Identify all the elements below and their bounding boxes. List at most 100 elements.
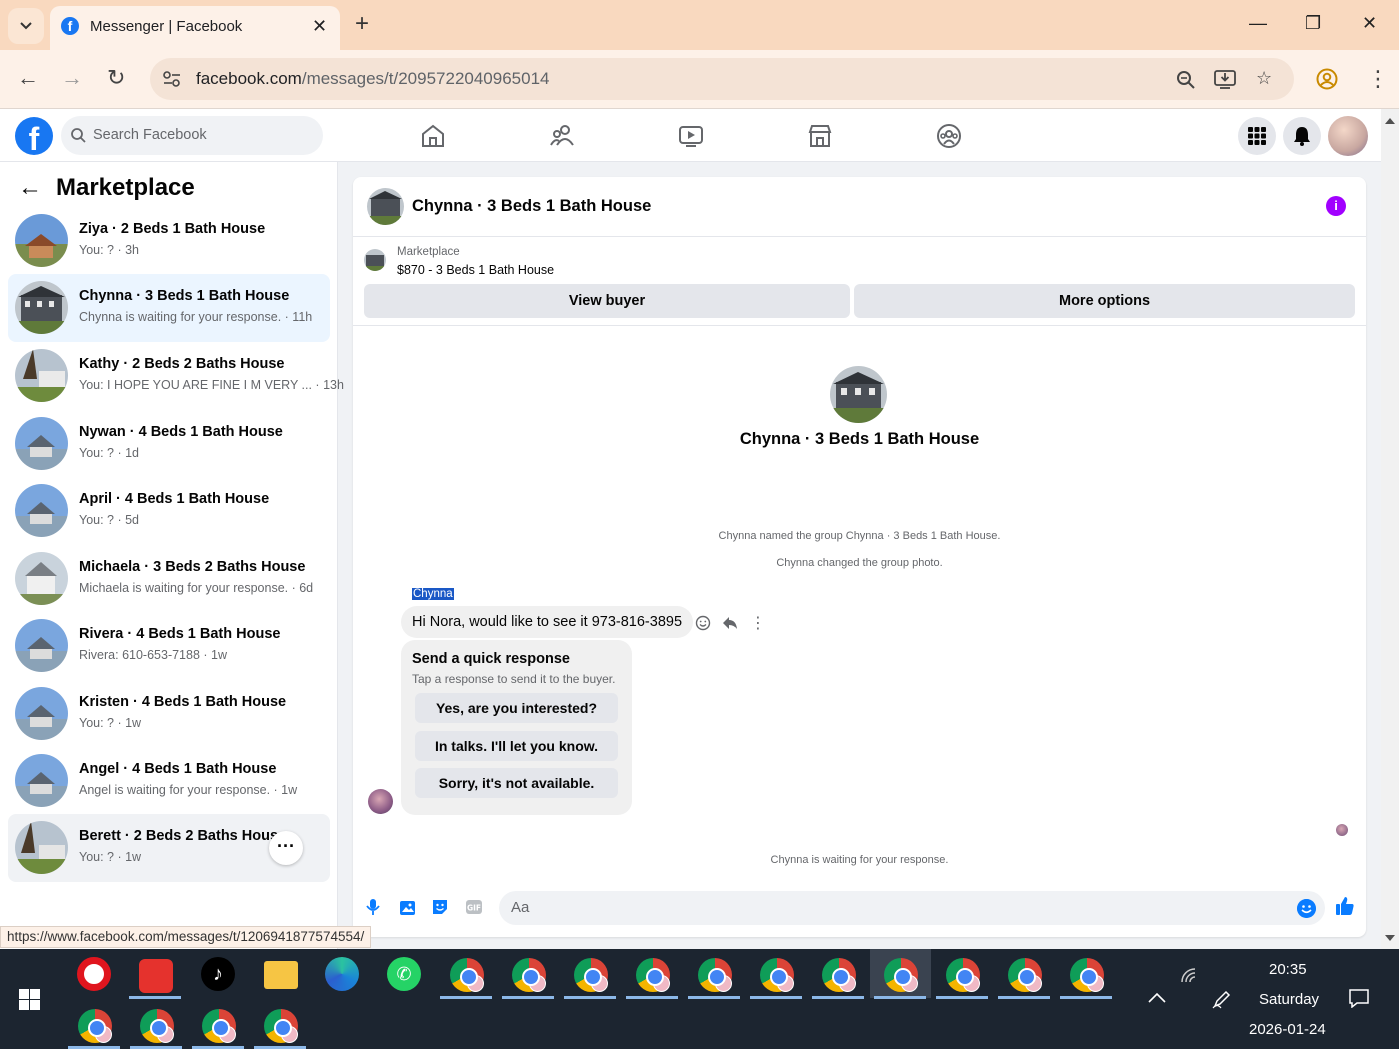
chat-title[interactable]: Chynna · 3 Beds 1 Bath House: [412, 197, 651, 216]
react-icon[interactable]: [695, 615, 711, 631]
more-options-button[interactable]: More options: [854, 284, 1355, 318]
conversation-item[interactable]: Rivera · 4 Beds 1 Bath House Rivera: 610…: [8, 612, 330, 680]
chrome-profile-icon[interactable]: [512, 958, 546, 992]
chrome-profile-icon[interactable]: [1070, 958, 1104, 992]
address-bar[interactable]: facebook.com/messages/t/2095722040965014…: [150, 58, 1294, 100]
notifications-button[interactable]: [1283, 117, 1321, 155]
chrome-profile-icon[interactable]: [884, 958, 918, 992]
chrome-profile-icon[interactable]: [698, 958, 732, 992]
account-avatar[interactable]: [1328, 116, 1368, 156]
quick-response-button[interactable]: In talks. I'll let you know.: [415, 731, 618, 761]
listing-price[interactable]: $870 - 3 Beds 1 Bath House: [397, 263, 554, 277]
info-icon[interactable]: i: [1326, 196, 1346, 216]
message-bubble[interactable]: Hi Nora, would like to see it 973-816-38…: [401, 606, 694, 638]
home-icon[interactable]: [419, 123, 447, 149]
opera-icon[interactable]: [77, 957, 111, 991]
chevron-up-icon[interactable]: [1148, 992, 1166, 1003]
menu-grid-button[interactable]: [1238, 117, 1276, 155]
back-button[interactable]: ←: [17, 65, 39, 91]
video-icon[interactable]: [677, 123, 705, 149]
chrome-profile-icon[interactable]: [1008, 958, 1042, 992]
minimize-window-button[interactable]: —: [1249, 13, 1267, 34]
close-tab-icon[interactable]: ✕: [312, 16, 327, 37]
marketplace-icon[interactable]: [806, 123, 834, 149]
bookmark-star-icon[interactable]: ☆: [1256, 68, 1272, 89]
facebook-logo-icon[interactable]: f: [15, 117, 53, 155]
scroll-down-arrow-icon[interactable]: [1385, 935, 1395, 942]
profile-icon[interactable]: [1316, 68, 1338, 90]
seen-indicator-avatar: [1336, 824, 1348, 836]
browser-tab-messenger[interactable]: f Messenger | Facebook ✕: [50, 6, 340, 50]
chrome-profile-icon[interactable]: [822, 958, 856, 992]
tab-search-button[interactable]: [8, 8, 44, 44]
edge-icon[interactable]: [325, 957, 359, 991]
wifi-icon[interactable]: [1180, 967, 1196, 983]
site-settings-icon[interactable]: [163, 71, 181, 87]
conversation-item[interactable]: Berett · 2 Beds 2 Baths House You: ? · 1…: [8, 814, 330, 882]
clock-day[interactable]: Saturday: [1259, 991, 1319, 1008]
quick-response-button[interactable]: Yes, are you interested?: [415, 693, 618, 723]
reply-icon[interactable]: [722, 615, 738, 631]
conversation-snippet: You: ? · 1w: [79, 716, 142, 730]
notification-center-icon[interactable]: [1349, 989, 1369, 1008]
taskbar-active-indicator: [688, 996, 740, 999]
chrome-profile-icon[interactable]: [946, 958, 980, 992]
buyer-avatar[interactable]: [368, 789, 393, 814]
tiktok-icon[interactable]: ♪: [201, 957, 235, 991]
chrome-profile-icon[interactable]: [574, 958, 608, 992]
mail-app-icon[interactable]: [139, 959, 173, 993]
zoom-icon[interactable]: [1176, 70, 1196, 90]
chrome-profile-icon[interactable]: [78, 1009, 112, 1043]
chat-avatar[interactable]: [367, 188, 404, 225]
sticker-icon[interactable]: [431, 898, 449, 916]
gif-icon[interactable]: GIF: [465, 898, 483, 916]
forward-button[interactable]: →: [61, 65, 83, 91]
windows-start-icon[interactable]: [19, 989, 40, 1010]
clock-time[interactable]: 20:35: [1269, 961, 1307, 978]
close-window-button[interactable]: ✕: [1362, 13, 1377, 34]
clock-date[interactable]: 2026-01-24: [1249, 1021, 1326, 1038]
reload-button[interactable]: ↻: [107, 65, 125, 91]
conversation-item[interactable]: Michaela · 3 Beds 2 Baths House Michaela…: [8, 545, 330, 613]
search-input[interactable]: Search Facebook: [61, 116, 323, 155]
chrome-profile-icon[interactable]: [140, 1009, 174, 1043]
conversation-item[interactable]: Nywan · 4 Beds 1 Bath House You: ? · 1d: [8, 410, 330, 478]
like-thumb-icon[interactable]: [1335, 896, 1355, 916]
conversation-item[interactable]: April · 4 Beds 1 Bath House You: ? · 5d: [8, 477, 330, 545]
scroll-up-arrow-icon[interactable]: [1385, 117, 1395, 124]
message-more-icon[interactable]: ⋮: [750, 613, 766, 633]
new-tab-button[interactable]: +: [355, 12, 369, 36]
conversation-item[interactable]: Kathy · 2 Beds 2 Baths House You: I HOPE…: [8, 342, 344, 410]
more-options-icon[interactable]: ···: [269, 831, 303, 865]
chrome-profile-icon[interactable]: [264, 1009, 298, 1043]
grid-icon: [1248, 127, 1266, 145]
photo-icon[interactable]: [398, 898, 416, 916]
conversation-item[interactable]: Kristen · 4 Beds 1 Bath House You: ? · 1…: [8, 680, 330, 748]
conversation-item[interactable]: Ziya · 2 Beds 1 Bath House You: ? · 3h: [8, 207, 330, 275]
chrome-profile-icon[interactable]: [450, 958, 484, 992]
microphone-icon[interactable]: [364, 898, 382, 916]
chrome-profile-icon[interactable]: [760, 958, 794, 992]
chrome-profile-icon[interactable]: [636, 958, 670, 992]
quick-response-button[interactable]: Sorry, it's not available.: [415, 768, 618, 798]
whatsapp-icon[interactable]: ✆: [387, 957, 421, 991]
windows-taskbar: ♪ ✆ 20:35 Saturday 2026-01-24: [0, 949, 1399, 1049]
taskbar-active-indicator: [626, 996, 678, 999]
groups-icon[interactable]: [935, 123, 963, 149]
restore-window-button[interactable]: ❐: [1305, 13, 1321, 34]
friends-icon[interactable]: [548, 123, 576, 149]
page-scrollbar[interactable]: [1381, 109, 1399, 949]
group-avatar: [830, 366, 887, 423]
pen-icon[interactable]: [1212, 989, 1232, 1009]
browser-menu-icon[interactable]: ⋮: [1367, 66, 1389, 92]
message-input[interactable]: Aa: [499, 891, 1325, 925]
conversation-item-active[interactable]: Chynna · 3 Beds 1 Bath House Chynna is w…: [8, 274, 330, 342]
link-status-bar: https://www.facebook.com/messages/t/1206…: [0, 926, 372, 948]
back-arrow-icon[interactable]: ←: [18, 174, 42, 201]
install-app-icon[interactable]: [1214, 69, 1236, 89]
file-explorer-icon[interactable]: [264, 961, 298, 989]
view-buyer-button[interactable]: View buyer: [364, 284, 850, 318]
conversation-item[interactable]: Angel · 4 Beds 1 Bath House Angel is wai…: [8, 747, 330, 815]
emoji-icon[interactable]: [1297, 899, 1316, 918]
chrome-profile-icon[interactable]: [202, 1009, 236, 1043]
